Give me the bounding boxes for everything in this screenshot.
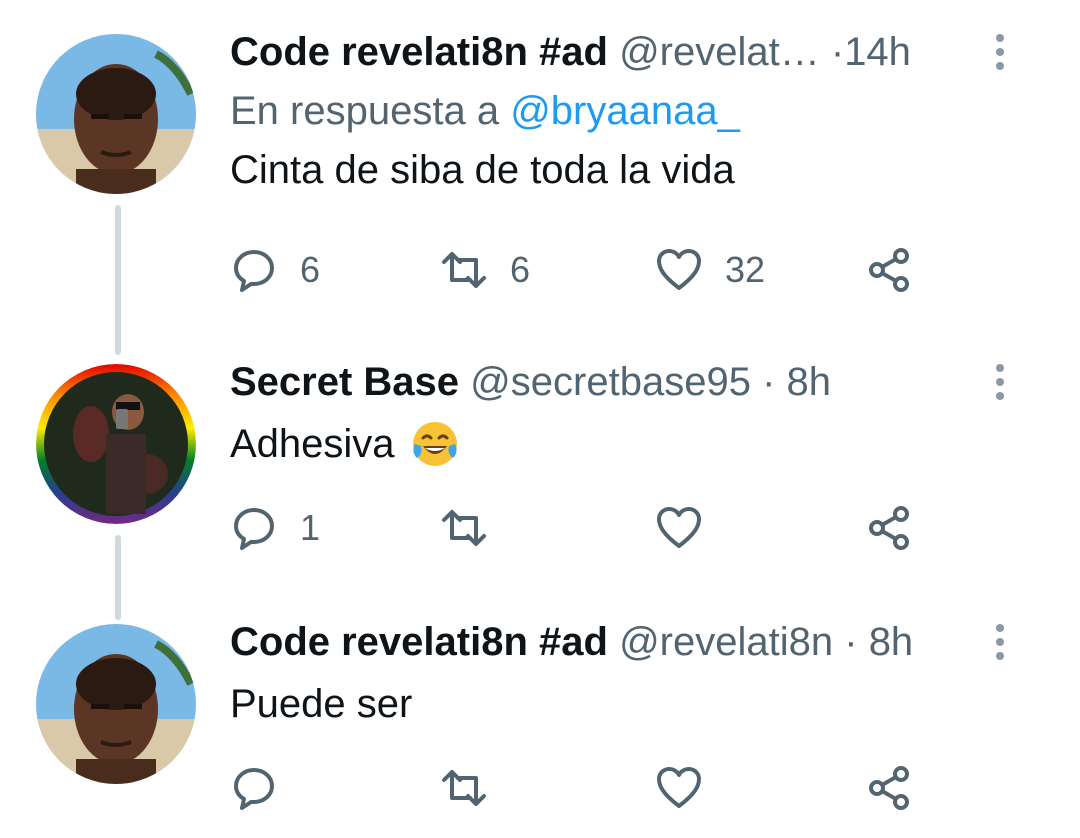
share-button[interactable] bbox=[865, 240, 913, 300]
more-options-icon[interactable] bbox=[980, 612, 1020, 672]
avatar-image bbox=[36, 364, 196, 524]
tears-of-joy-emoji-icon bbox=[412, 422, 457, 466]
tweet-header: Code revelati8n #ad @revelati8n · 8h bbox=[230, 612, 1020, 672]
retweet-button[interactable] bbox=[440, 758, 510, 818]
tweet-body: Secret Base @secretbase95 · 8h Adhesiva bbox=[230, 352, 1020, 474]
retweet-icon bbox=[442, 510, 486, 546]
more-options-icon[interactable] bbox=[980, 352, 1020, 412]
tweet-text: Adhesiva bbox=[230, 414, 1020, 474]
reply-mention-link[interactable]: @bryaanaa_ bbox=[510, 89, 740, 133]
avatar-image bbox=[36, 624, 196, 784]
like-button[interactable] bbox=[655, 498, 725, 558]
reply-icon bbox=[234, 508, 274, 550]
separator-dot: · bbox=[762, 360, 776, 404]
reply-prefix: En respuesta a bbox=[230, 89, 500, 133]
action-bar: 6 6 32 bbox=[230, 240, 930, 300]
avatar[interactable] bbox=[36, 364, 196, 524]
like-button[interactable] bbox=[655, 758, 725, 818]
retweet-icon bbox=[442, 770, 486, 806]
heart-icon bbox=[657, 249, 701, 290]
author-name[interactable]: Secret Base bbox=[230, 360, 459, 404]
retweet-count: 6 bbox=[510, 249, 531, 290]
reply-button[interactable]: 1 bbox=[230, 498, 320, 558]
avatar[interactable] bbox=[36, 34, 196, 194]
like-button[interactable]: 32 bbox=[655, 240, 765, 300]
share-button[interactable] bbox=[865, 758, 913, 818]
tweet[interactable]: Secret Base @secretbase95 · 8h Adhesiva … bbox=[0, 352, 1080, 602]
action-bar bbox=[230, 758, 930, 818]
tweet-body: Code revelati8n #ad @revelati8n · 8h Pue… bbox=[230, 612, 1020, 734]
avatar-image bbox=[36, 34, 196, 194]
tweet-header: Code revelati8n #ad @revelat… ·14h bbox=[230, 22, 1020, 82]
author-handle[interactable]: @revelat… bbox=[619, 30, 820, 74]
reply-button[interactable] bbox=[230, 758, 300, 818]
tweet-text-content: Puede ser bbox=[230, 682, 413, 726]
separator-dot: · bbox=[830, 30, 845, 74]
reply-count: 6 bbox=[300, 249, 321, 290]
tweet-text-content: Cinta de siba de toda la vida bbox=[230, 148, 735, 192]
share-icon bbox=[869, 766, 909, 810]
avatar[interactable] bbox=[36, 624, 196, 784]
tweet-text: Puede ser bbox=[230, 674, 1020, 734]
heart-icon bbox=[657, 767, 701, 808]
separator-dot: · bbox=[844, 620, 858, 664]
timestamp[interactable]: 8h bbox=[787, 360, 832, 404]
retweet-button[interactable] bbox=[440, 498, 510, 558]
retweet-icon bbox=[442, 252, 486, 288]
reply-icon bbox=[234, 768, 274, 810]
tweet-text-content: Adhesiva bbox=[230, 422, 395, 466]
share-icon bbox=[869, 248, 909, 292]
retweet-button[interactable]: 6 bbox=[440, 240, 530, 300]
heart-icon bbox=[657, 507, 701, 548]
like-count: 32 bbox=[725, 249, 766, 290]
tweet[interactable]: Code revelati8n #ad @revelati8n · 8h Pue… bbox=[0, 612, 1080, 832]
tweet-text: Cinta de siba de toda la vida bbox=[230, 140, 1020, 200]
author-name[interactable]: Code revelati8n #ad bbox=[230, 620, 608, 664]
tweet-header: Secret Base @secretbase95 · 8h bbox=[230, 352, 1020, 412]
author-handle[interactable]: @secretbase95 bbox=[470, 360, 751, 404]
share-button[interactable] bbox=[865, 498, 913, 558]
reply-context: En respuesta a @bryaanaa_ bbox=[230, 82, 1020, 140]
more-options-icon[interactable] bbox=[980, 22, 1020, 82]
author-handle[interactable]: @revelati8n bbox=[619, 620, 833, 664]
reply-count: 1 bbox=[300, 507, 321, 548]
author-name[interactable]: Code revelati8n #ad bbox=[230, 30, 608, 74]
timestamp[interactable]: 14h bbox=[844, 30, 911, 74]
reply-button[interactable]: 6 bbox=[230, 240, 320, 300]
timestamp[interactable]: 8h bbox=[869, 620, 914, 664]
tweet-body: Code revelati8n #ad @revelat… ·14h En re… bbox=[230, 22, 1020, 200]
tweet[interactable]: Code revelati8n #ad @revelat… ·14h En re… bbox=[0, 22, 1080, 322]
reply-icon bbox=[234, 250, 274, 292]
share-icon bbox=[869, 506, 909, 550]
action-bar: 1 bbox=[230, 498, 930, 558]
